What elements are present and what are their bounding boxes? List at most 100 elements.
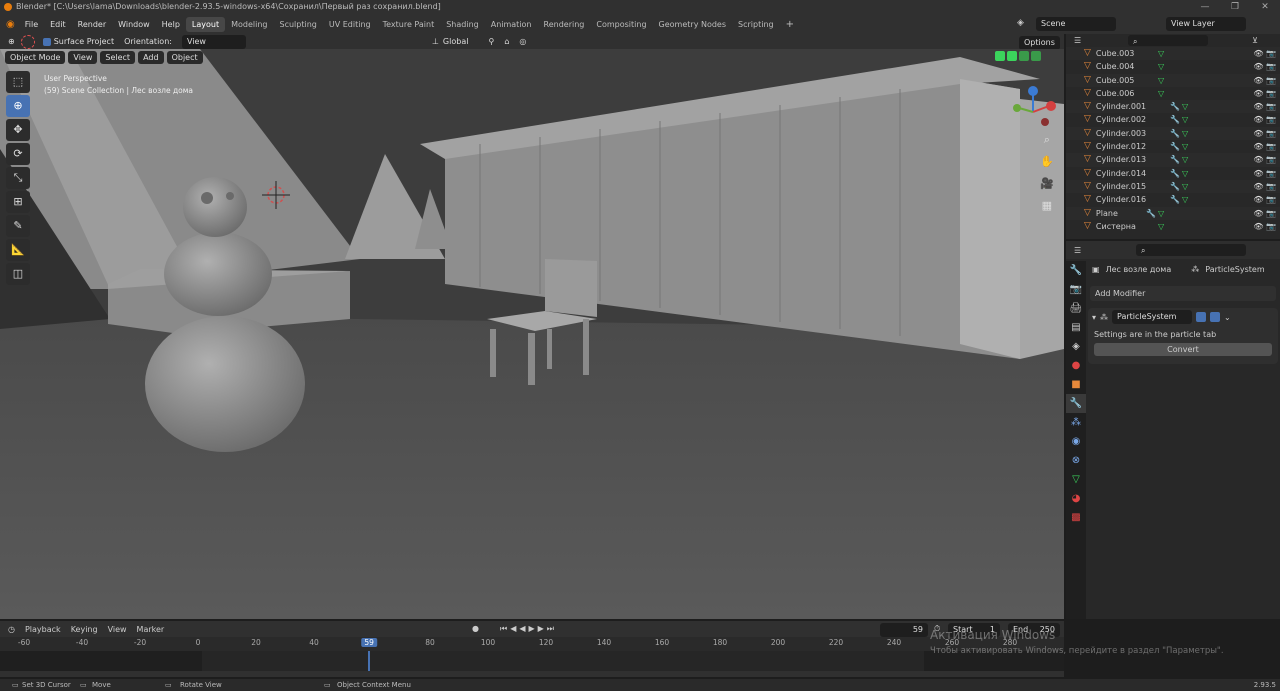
visibility-icon[interactable]: 👁 📷 <box>1253 74 1276 87</box>
minimize-icon[interactable]: — <box>1190 0 1220 14</box>
view-layer-tab-icon[interactable]: ▤ <box>1066 318 1086 337</box>
visibility-icon[interactable]: 👁 📷 <box>1253 193 1276 206</box>
pivot-icon[interactable]: ⚲ <box>488 37 494 46</box>
texture-tab-icon[interactable]: ▩ <box>1066 508 1086 527</box>
orientation-dropdown[interactable]: View <box>181 34 246 49</box>
outliner-row-cube-004[interactable]: ▽ Cube.004 ▽ 👁 📷 <box>1066 60 1280 73</box>
maximize-icon[interactable]: ❐ <box>1220 0 1250 14</box>
outliner-row-cylinder-002[interactable]: ▽ Cylinder.002 🔧 ▽ 👁 📷 <box>1066 113 1280 126</box>
convert-button[interactable]: Convert <box>1094 343 1272 356</box>
menu-file[interactable]: File <box>19 20 44 29</box>
grid-view-icon[interactable]: ▦ <box>1040 195 1054 217</box>
tool-tab-icon[interactable]: 🔧 <box>1066 261 1086 280</box>
surface-project-checkbox[interactable] <box>42 37 51 46</box>
cursor-icon[interactable]: ⊕ <box>6 95 30 117</box>
add-cube-icon[interactable]: ◫ <box>6 263 30 285</box>
scale-icon[interactable]: ⤡ <box>6 167 30 189</box>
close-icon[interactable]: ✕ <box>1250 0 1280 14</box>
scene-selector[interactable]: Scene <box>1036 17 1116 31</box>
menu-help[interactable]: Help <box>156 20 186 29</box>
world-tab-icon[interactable]: ● <box>1066 356 1086 375</box>
shading-material-icon[interactable] <box>1019 51 1029 61</box>
tab-shading[interactable]: Shading <box>440 17 485 32</box>
visibility-icon[interactable]: 👁 📷 <box>1253 113 1276 126</box>
snap-icon[interactable]: ⌂ <box>504 37 509 46</box>
add-modifier-button[interactable]: Add Modifier <box>1090 286 1276 301</box>
object-mode-dropdown[interactable]: Object Mode <box>5 51 66 64</box>
timeline-menu-playback[interactable]: Playback <box>25 625 61 634</box>
shading-solid-icon[interactable] <box>1007 51 1017 61</box>
tab-layout[interactable]: Layout <box>185 16 226 32</box>
show-render-icon[interactable] <box>1210 312 1221 322</box>
tab-sculpting[interactable]: Sculpting <box>274 17 323 32</box>
outliner-editor-icon[interactable]: ☰ <box>1074 36 1081 45</box>
select-box-icon[interactable]: ⬚ <box>6 71 30 93</box>
proportional-edit-icon[interactable]: ◎ <box>519 37 526 46</box>
visibility-icon[interactable]: 👁 📷 <box>1253 167 1276 180</box>
measure-icon[interactable]: 📐 <box>6 239 30 261</box>
outliner-row-cylinder-012[interactable]: ▽ Cylinder.012 🔧 ▽ 👁 📷 <box>1066 140 1280 153</box>
modifier-tab-icon[interactable]: 🔧 <box>1066 394 1086 413</box>
outliner-row-plane[interactable]: ▽ Plane 🔧 ▽ 👁 📷 <box>1066 206 1280 220</box>
current-frame-field[interactable]: 59 <box>880 623 928 637</box>
modifier-name-field[interactable]: ParticleSystem <box>1112 310 1193 324</box>
object-tab-icon[interactable]: ■ <box>1066 375 1086 394</box>
properties-search[interactable]: ⌕ <box>1136 244 1246 256</box>
rotate-icon[interactable]: ⟳ <box>6 143 30 165</box>
visibility-icon[interactable]: 👁 📷 <box>1253 207 1276 220</box>
dropdown-chevron-icon[interactable]: ⌄ <box>1224 313 1231 322</box>
output-tab-icon[interactable]: 🖨 <box>1066 299 1086 318</box>
camera-icon[interactable]: 🎥 <box>1040 173 1054 195</box>
outliner-row-cube-005[interactable]: ▽ Cube.005 ▽ 👁 📷 <box>1066 73 1280 87</box>
menu-edit[interactable]: Edit <box>44 20 72 29</box>
menu-window[interactable]: Window <box>112 20 156 29</box>
tab-scripting[interactable]: Scripting <box>732 17 780 32</box>
options-dropdown[interactable]: Options <box>1019 36 1060 50</box>
3d-viewport[interactable]: Object Mode View Select Add Object User … <box>0 49 1064 619</box>
outliner-search[interactable]: ⌕ <box>1128 35 1208 46</box>
visibility-icon[interactable]: 👁 📷 <box>1253 140 1276 153</box>
tab-compositing[interactable]: Compositing <box>590 17 652 32</box>
show-viewport-icon[interactable] <box>1196 312 1207 322</box>
record-icon[interactable]: ● <box>472 624 479 633</box>
timeline-tracks[interactable] <box>0 651 1064 671</box>
menu-render[interactable]: Render <box>72 20 112 29</box>
outliner-row-cube-006[interactable]: ▽ Cube.006 ▽ 👁 📷 <box>1066 87 1280 100</box>
outliner-row-cube-003[interactable]: ▽ Cube.003 ▽ 👁 📷 <box>1066 47 1280 61</box>
tab-animation[interactable]: Animation <box>485 17 538 32</box>
outliner-row-sisterna[interactable]: ▽ Систерна ▽ 👁 📷 <box>1066 220 1280 233</box>
collapse-chevron-icon[interactable]: ▾ <box>1092 313 1096 322</box>
visibility-icon[interactable]: 👁 📷 <box>1253 153 1276 166</box>
render-tab-icon[interactable]: 📷 <box>1066 280 1086 299</box>
tab-rendering[interactable]: Rendering <box>538 17 591 32</box>
outliner-row-cylinder-015[interactable]: ▽ Cylinder.015 🔧 ▽ 👁 📷 <box>1066 179 1280 194</box>
transform-icon[interactable]: ⊞ <box>6 191 30 213</box>
constraints-tab-icon[interactable]: ⊗ <box>1066 451 1086 470</box>
visibility-icon[interactable]: 👁 📷 <box>1253 47 1276 60</box>
cursor-tool-icon[interactable]: ⊕ <box>8 37 15 46</box>
move-icon[interactable]: ✥ <box>6 119 30 141</box>
timeline-editor-icon[interactable]: ◷ <box>8 625 15 634</box>
blender-menu-icon[interactable]: ◉ <box>6 19 15 30</box>
properties-editor-icon[interactable]: ☰ <box>1074 246 1081 255</box>
visibility-icon[interactable]: 👁 📷 <box>1253 87 1276 100</box>
visibility-icon[interactable]: 👁 📷 <box>1253 127 1276 140</box>
visibility-icon[interactable]: 👁 📷 <box>1253 180 1276 193</box>
outliner-row-cylinder-001[interactable]: ▽ Cylinder.001 🔧 ▽ 👁 📷 <box>1066 100 1280 114</box>
playhead[interactable] <box>368 651 371 671</box>
filter-icon[interactable]: ⊻ <box>1252 36 1258 45</box>
playback-controls[interactable]: ⏮◀◀▶▶⏭ <box>500 624 557 634</box>
timeline-menu-marker[interactable]: Marker <box>137 625 165 634</box>
visibility-icon[interactable]: 👁 📷 <box>1253 220 1276 233</box>
material-tab-icon[interactable]: ◕ <box>1066 489 1086 508</box>
visibility-icon[interactable]: 👁 📷 <box>1253 100 1276 113</box>
viewport-menu-view[interactable]: View <box>68 51 98 64</box>
viewport-menu-select[interactable]: Select <box>100 51 136 64</box>
viewport-menu-add[interactable]: Add <box>138 51 164 64</box>
data-tab-icon[interactable]: ▽ <box>1066 470 1086 489</box>
outliner-row-cylinder-013[interactable]: ▽ Cylinder.013 🔧 ▽ 👁 📷 <box>1066 153 1280 167</box>
timeline-menu-view[interactable]: View <box>108 625 127 634</box>
pan-hand-icon[interactable]: ✋ <box>1040 151 1054 173</box>
tab-uv-editing[interactable]: UV Editing <box>323 17 377 32</box>
timeline-menu-keying[interactable]: Keying <box>71 625 98 634</box>
